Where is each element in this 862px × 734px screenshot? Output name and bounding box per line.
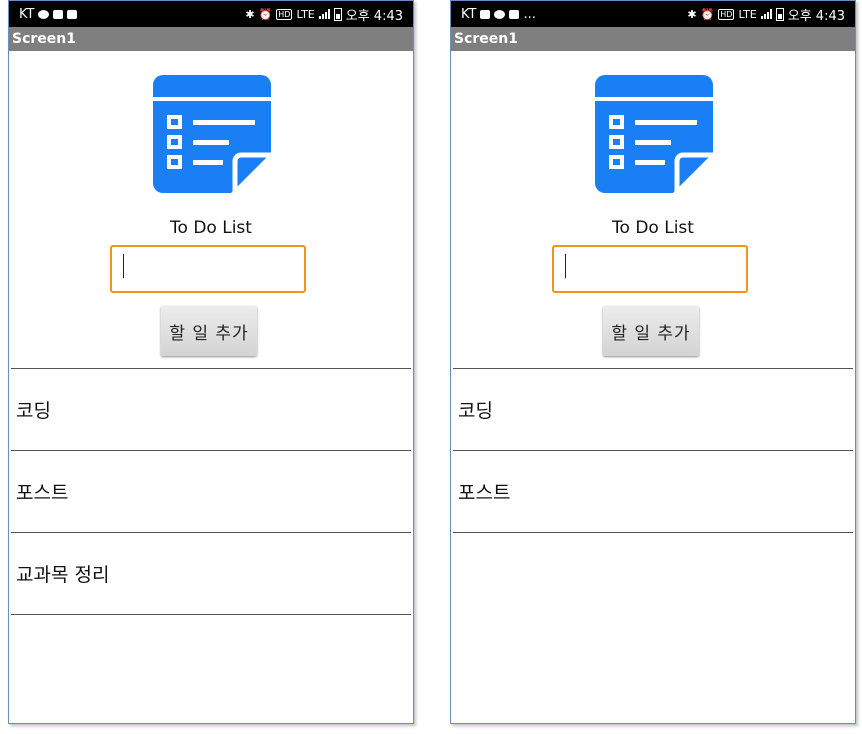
add-todo-button[interactable]: 할 일 추가 (161, 306, 257, 356)
notification-icon (67, 9, 78, 19)
status-bar: KT ✱ ⏰ HD LTE 오후 4:43 (9, 1, 413, 27)
bluetooth-icon: ✱ (245, 7, 255, 21)
alarm-icon: ⏰ (258, 7, 273, 21)
lte-label: LTE (738, 7, 757, 21)
status-bar: KT ... ✱ ⏰ HD LTE 오후 4:43 (451, 1, 855, 27)
battery-icon (775, 7, 784, 21)
app-title: To Do List (170, 218, 252, 238)
screen-title: Screen1 (12, 31, 76, 47)
todo-list: 코딩 포스트 교과목 정리 (11, 368, 411, 615)
clock-label: 오후 4:43 (787, 8, 845, 24)
list-item[interactable]: 코딩 (453, 369, 853, 451)
status-bar-left: KT (19, 6, 78, 22)
clock-label: 오후 4:43 (345, 8, 403, 24)
status-bar-right: ✱ ⏰ HD LTE 오후 4:43 (245, 5, 403, 24)
lte-label: LTE (296, 7, 315, 21)
hd-icon: HD (276, 8, 293, 20)
todo-list-document-icon (595, 75, 713, 193)
list-item[interactable]: 포스트 (453, 451, 853, 533)
mail-icon (53, 9, 64, 19)
todo-list-document-icon (153, 75, 271, 193)
screen-title: Screen1 (454, 31, 518, 47)
message-bubble-icon (494, 9, 506, 19)
carrier-label: KT (461, 6, 477, 22)
screen-title-bar: Screen1 (451, 27, 855, 51)
todo-list: 코딩 포스트 (453, 368, 853, 533)
text-cursor (565, 254, 566, 278)
app-title: To Do List (612, 218, 694, 238)
screen-title-bar: Screen1 (9, 27, 413, 51)
text-cursor (123, 254, 124, 278)
bluetooth-icon: ✱ (687, 7, 697, 21)
add-todo-button[interactable]: 할 일 추가 (603, 306, 699, 356)
battery-icon (333, 7, 342, 21)
phone-screen-right: KT ... ✱ ⏰ HD LTE 오후 4:43 Screen1 To Do … (450, 0, 856, 724)
phone-screen-left: KT ✱ ⏰ HD LTE 오후 4:43 Screen1 To Do List… (8, 0, 414, 724)
message-bubble-icon (38, 9, 50, 19)
todo-input[interactable] (110, 245, 306, 293)
signal-icon (760, 9, 772, 19)
status-bar-left: KT ... (461, 7, 536, 22)
list-item[interactable]: 코딩 (11, 369, 411, 451)
carrier-label: KT (19, 6, 35, 22)
todo-input[interactable] (552, 245, 748, 293)
app-content: To Do List 할 일 추가 코딩 포스트 (451, 51, 855, 721)
list-item[interactable]: 포스트 (11, 451, 411, 533)
list-item[interactable]: 교과목 정리 (11, 533, 411, 615)
app-content: To Do List 할 일 추가 코딩 포스트 교과목 정리 (9, 51, 413, 721)
more-notifications-label: ... (523, 6, 536, 22)
mail-icon (509, 9, 520, 19)
status-bar-right: ✱ ⏰ HD LTE 오후 4:43 (687, 5, 845, 24)
image-icon (480, 9, 491, 19)
alarm-icon: ⏰ (700, 7, 715, 21)
hd-icon: HD (718, 8, 735, 20)
signal-icon (318, 9, 330, 19)
